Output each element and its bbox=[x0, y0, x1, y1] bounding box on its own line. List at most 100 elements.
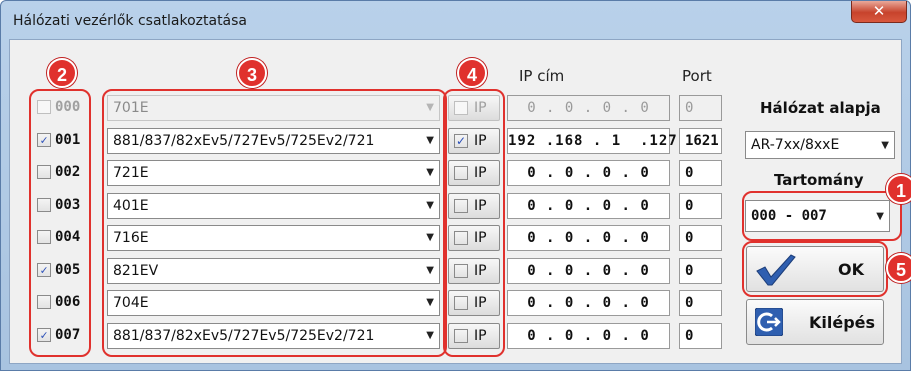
port-field-002[interactable]: 0 bbox=[679, 160, 722, 186]
ip-toggle-002[interactable]: IP bbox=[448, 160, 500, 186]
port-field-005[interactable]: 0 bbox=[679, 258, 722, 284]
controller-checkbox-007[interactable]: ✓ 007 bbox=[37, 326, 93, 346]
ip-button-label: IP bbox=[474, 100, 487, 116]
annotation-badge-3: 3 bbox=[237, 58, 267, 88]
network-base-label: Hálózat alapja bbox=[760, 99, 881, 117]
chevron-down-icon: ▼ bbox=[426, 330, 434, 341]
controller-checkbox-004[interactable]: 004 bbox=[37, 228, 93, 248]
ip-toggle-000: IP bbox=[448, 95, 500, 121]
ip-toggle-001[interactable]: ✓ IP bbox=[448, 128, 500, 154]
ip-toggle-003[interactable]: IP bbox=[448, 193, 500, 219]
ip-address-field-000: 0 . 0 . 0 . 0 bbox=[507, 95, 670, 121]
controller-checkbox-001[interactable]: ✓ 001 bbox=[37, 131, 93, 151]
model-dropdown-006[interactable]: 704E ▼ bbox=[107, 290, 440, 316]
controller-number: 000 bbox=[55, 99, 81, 115]
chevron-down-icon: ▼ bbox=[426, 167, 434, 178]
annotation-box-checkboxes bbox=[29, 89, 91, 357]
checkbox-box[interactable] bbox=[37, 295, 51, 309]
ip-button-label: IP bbox=[474, 133, 487, 149]
ip-checkbox[interactable] bbox=[454, 101, 468, 115]
ip-address-field-002[interactable]: 0 . 0 . 0 . 0 bbox=[507, 160, 670, 186]
model-value: 401E bbox=[113, 198, 149, 214]
ip-button-label: IP bbox=[474, 263, 487, 279]
ip-button-label: IP bbox=[474, 328, 487, 344]
dialog-window: Hálózati vezérlők csatlakoztatása ✕ 2 3 … bbox=[0, 0, 911, 371]
ip-checkbox[interactable] bbox=[454, 231, 468, 245]
model-dropdown-000: 701E ▼ bbox=[107, 95, 440, 121]
annotation-badge-5: 5 bbox=[886, 253, 911, 283]
annotation-badge-4: 4 bbox=[457, 58, 487, 88]
model-dropdown-002[interactable]: 721E ▼ bbox=[107, 160, 440, 186]
controller-number: 005 bbox=[55, 262, 81, 278]
chevron-down-icon: ▼ bbox=[426, 265, 434, 276]
title-bar[interactable]: Hálózati vezérlők csatlakoztatása ✕ bbox=[1, 1, 910, 39]
checkbox-box[interactable]: ✓ bbox=[37, 133, 51, 147]
port-field-003[interactable]: 0 bbox=[679, 193, 722, 219]
model-dropdown-005[interactable]: 821EV ▼ bbox=[107, 258, 440, 284]
ip-toggle-006[interactable]: IP bbox=[448, 290, 500, 316]
controller-number: 004 bbox=[55, 229, 81, 245]
chevron-down-icon: ▼ bbox=[426, 102, 434, 113]
checkbox-box[interactable] bbox=[37, 100, 51, 114]
model-value: 821EV bbox=[113, 263, 159, 279]
chevron-down-icon: ▼ bbox=[426, 232, 434, 243]
ip-checkbox[interactable] bbox=[454, 296, 468, 310]
port-field-007[interactable]: 0 bbox=[679, 323, 722, 349]
controller-checkbox-002[interactable]: 002 bbox=[37, 163, 93, 183]
annotation-badge-2: 2 bbox=[47, 58, 77, 88]
ip-checkbox[interactable] bbox=[454, 166, 468, 180]
ip-address-field-007[interactable]: 0 . 0 . 0 . 0 bbox=[507, 323, 670, 349]
ip-toggle-005[interactable]: IP bbox=[448, 258, 500, 284]
range-dropdown[interactable]: 000 - 007 ▼ bbox=[745, 200, 890, 232]
network-base-dropdown[interactable]: AR-7xx/8xxE ▼ bbox=[745, 131, 895, 159]
ip-address-field-004[interactable]: 0 . 0 . 0 . 0 bbox=[507, 225, 670, 251]
model-dropdown-003[interactable]: 401E ▼ bbox=[107, 193, 440, 219]
checkbox-box[interactable] bbox=[37, 198, 51, 212]
model-value: 716E bbox=[113, 230, 149, 246]
ip-checkbox[interactable]: ✓ bbox=[454, 134, 468, 148]
ip-button-label: IP bbox=[474, 198, 487, 214]
model-value: 701E bbox=[113, 100, 149, 116]
network-base-value: AR-7xx/8xxE bbox=[751, 137, 840, 153]
controller-number: 003 bbox=[55, 197, 81, 213]
port-field-004[interactable]: 0 bbox=[679, 225, 722, 251]
checkmark-icon bbox=[755, 253, 797, 291]
ip-checkbox[interactable] bbox=[454, 329, 468, 343]
controller-checkbox-006[interactable]: 006 bbox=[37, 293, 93, 313]
ip-address-field-006[interactable]: 0 . 0 . 0 . 0 bbox=[507, 290, 670, 316]
controller-checkbox-005[interactable]: ✓ 005 bbox=[37, 261, 93, 281]
ip-address-field-005[interactable]: 0 . 0 . 0 . 0 bbox=[507, 258, 670, 284]
ip-button-label: IP bbox=[474, 230, 487, 246]
ip-checkbox[interactable] bbox=[454, 264, 468, 278]
checkbox-box[interactable]: ✓ bbox=[37, 263, 51, 277]
chevron-down-icon: ▼ bbox=[426, 200, 434, 211]
range-label: Tartomány bbox=[774, 171, 864, 189]
ok-button[interactable]: OK bbox=[746, 246, 884, 292]
port-field-000: 0 bbox=[679, 95, 722, 121]
exit-button[interactable]: Kilépés bbox=[746, 299, 884, 345]
ip-address-field-001[interactable]: 192 .168 . 1 .127 bbox=[507, 128, 677, 154]
controller-checkbox-003[interactable]: 003 bbox=[37, 196, 93, 216]
controller-number: 006 bbox=[55, 294, 81, 310]
ip-checkbox[interactable] bbox=[454, 199, 468, 213]
ip-toggle-004[interactable]: IP bbox=[448, 225, 500, 251]
port-field-001[interactable]: 1621 bbox=[679, 128, 722, 154]
chevron-down-icon: ▼ bbox=[426, 297, 434, 308]
model-dropdown-004[interactable]: 716E ▼ bbox=[107, 225, 440, 251]
controller-number: 001 bbox=[55, 132, 81, 148]
model-dropdown-007[interactable]: 881/837/82xEv5/727Ev5/725Ev2/721 ▼ bbox=[107, 323, 440, 349]
ip-button-label: IP bbox=[474, 295, 487, 311]
chevron-down-icon: ▼ bbox=[876, 211, 884, 222]
checkbox-box[interactable] bbox=[37, 230, 51, 244]
ip-address-field-003[interactable]: 0 . 0 . 0 . 0 bbox=[507, 193, 670, 219]
model-dropdown-001[interactable]: 881/837/82xEv5/727Ev5/725Ev2/721 ▼ bbox=[107, 128, 440, 154]
exit-label: Kilépés bbox=[809, 313, 876, 332]
window-title: Hálózati vezérlők csatlakoztatása bbox=[13, 13, 248, 29]
close-button[interactable]: ✕ bbox=[851, 1, 907, 23]
model-value: 881/837/82xEv5/727Ev5/725Ev2/721 bbox=[113, 328, 375, 344]
ip-toggle-007[interactable]: IP bbox=[448, 323, 500, 349]
checkbox-box[interactable] bbox=[37, 165, 51, 179]
checkbox-box[interactable]: ✓ bbox=[37, 328, 51, 342]
port-field-006[interactable]: 0 bbox=[679, 290, 722, 316]
controller-checkbox-000[interactable]: 000 bbox=[37, 98, 93, 118]
